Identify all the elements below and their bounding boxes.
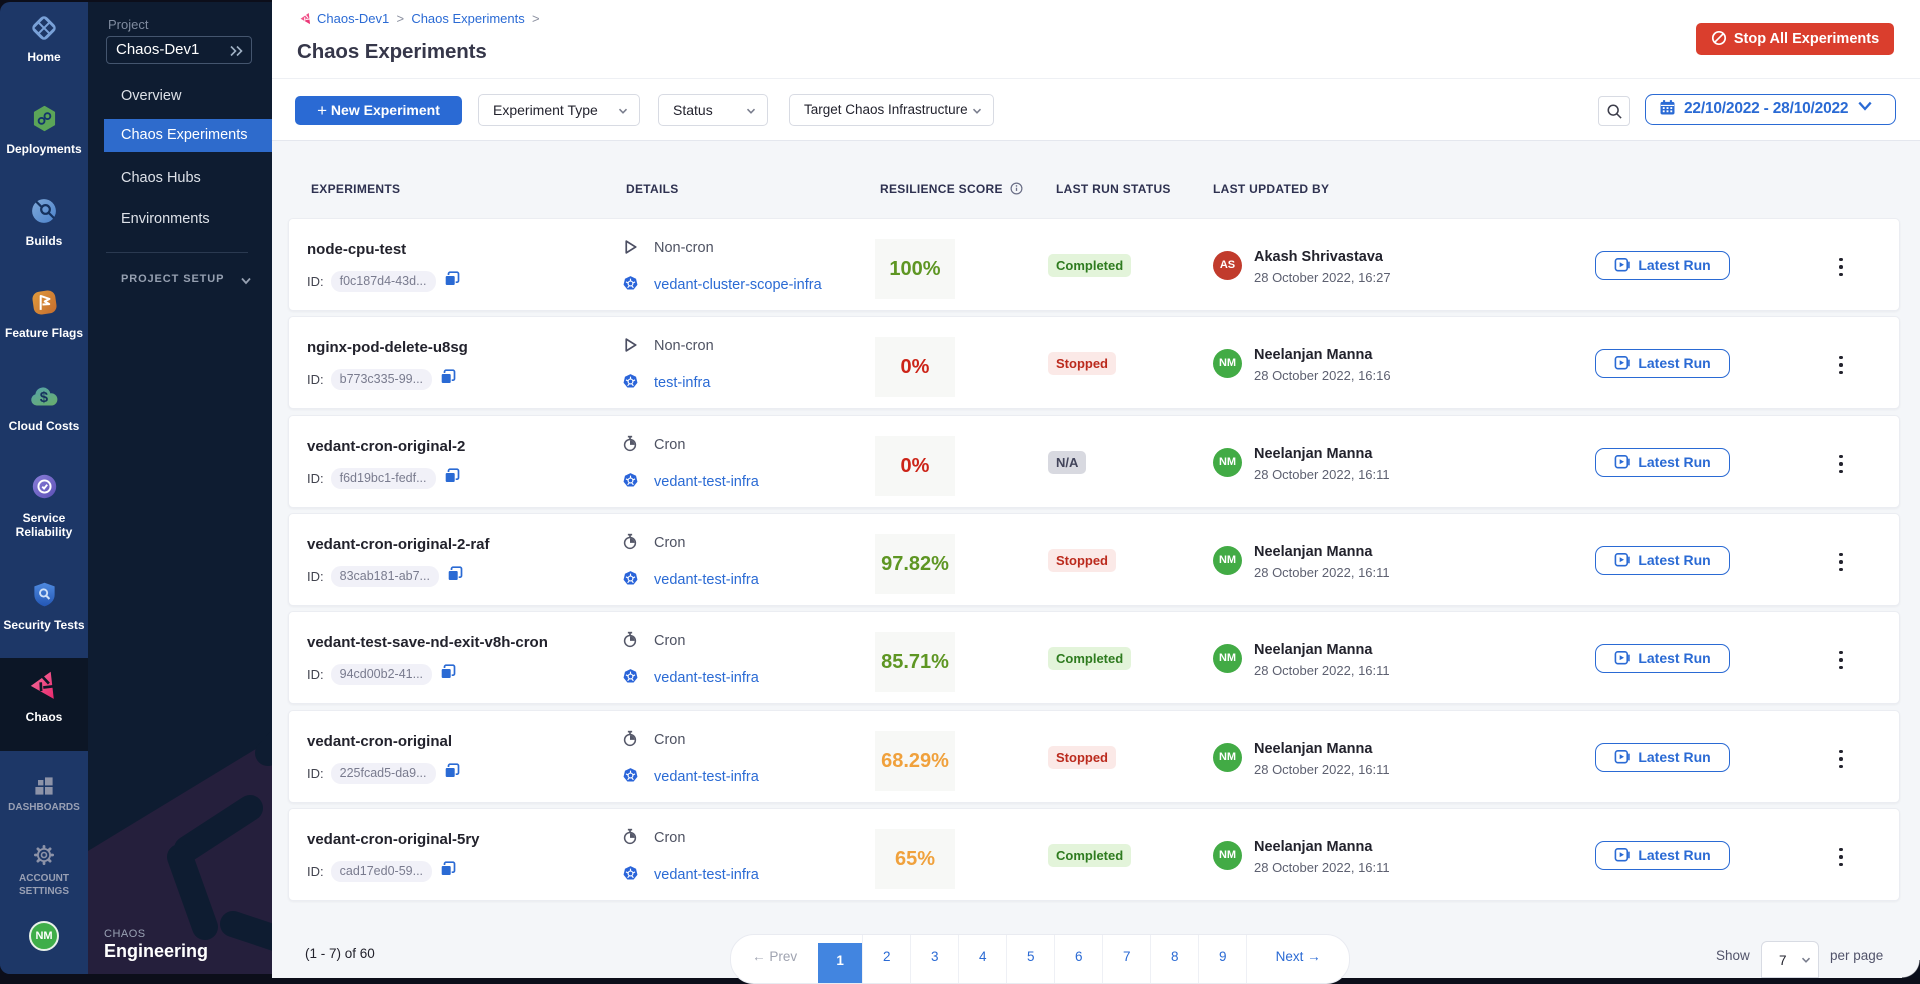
svg-text:$: $: [40, 389, 49, 406]
